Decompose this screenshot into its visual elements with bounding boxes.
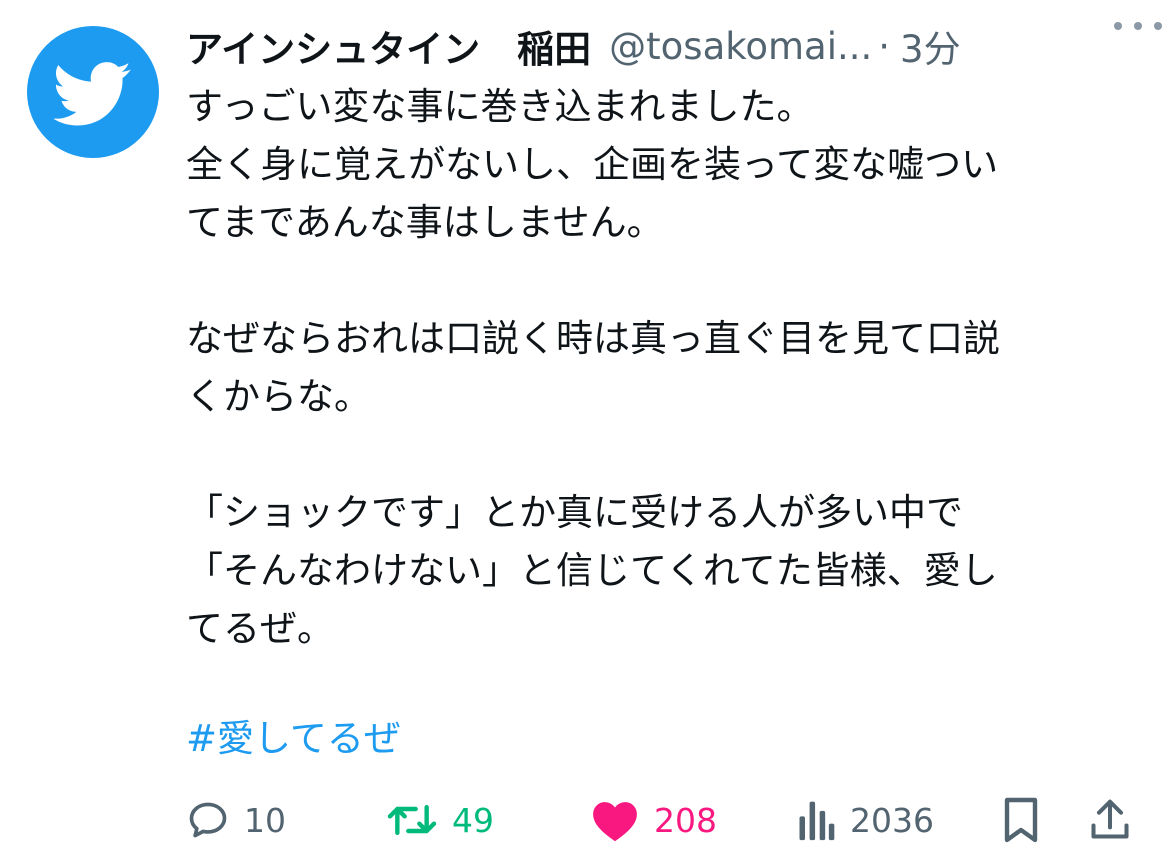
tweet-header: アインシュタイン 稲田 @tosakomai... · 3分 (186, 18, 1146, 74)
view-count: 2036 (850, 800, 934, 840)
bookmark-icon (1004, 797, 1038, 843)
reply-bubble-icon (189, 802, 227, 838)
tweet-line: 「そんなわけない」と信じてくれてた皆様、愛し (186, 549, 998, 592)
tweet-line: なぜならおれは口説く時は真っ直ぐ目を見て口説 (186, 317, 1000, 360)
tweet-line: てるぜ。 (186, 607, 334, 650)
twitter-bird-icon (54, 62, 131, 126)
tweet-line: くからな。 (186, 375, 371, 418)
avatar[interactable] (27, 26, 159, 158)
display-name[interactable]: アインシュタイン 稲田 (186, 19, 591, 73)
tweet-line: すっごい変な事に巻き込まれました。 (186, 85, 814, 128)
tweet-line: 「ショックです」とか真に受ける人が多い中で (186, 491, 963, 534)
separator-dot: · (878, 24, 891, 68)
share-upload-icon (1091, 799, 1129, 839)
retweet-icon (387, 804, 437, 836)
like-count: 208 (654, 800, 717, 840)
reply-count: 10 (244, 800, 286, 840)
heart-filled-icon (593, 802, 637, 842)
hashtag-link[interactable]: #愛してるぜ (186, 710, 401, 768)
views-bar-chart-icon (799, 801, 835, 841)
reply-button[interactable]: 10 (186, 790, 286, 850)
tweet-text: すっごい変な事に巻き込まれました。 全く身に覚えがないし、企画を装って変な嘘つい… (186, 78, 1126, 658)
like-button[interactable]: 208 (590, 790, 717, 850)
bookmark-button[interactable] (1001, 790, 1041, 850)
retweet-count: 49 (452, 800, 494, 840)
more-dots-icon[interactable] (1114, 12, 1162, 40)
retweet-button[interactable]: 49 (386, 790, 494, 850)
tweet-line: 全く身に覚えがないし、企画を装って変な嘘つい (186, 143, 999, 186)
user-handle[interactable]: @tosakomai... (609, 25, 872, 68)
timestamp[interactable]: 3分 (900, 19, 961, 73)
share-button[interactable] (1088, 790, 1132, 850)
views-button[interactable]: 2036 (796, 790, 934, 850)
action-bar: 10 49 208 2036 (186, 790, 1146, 850)
tweet-line: てまであんな事はしません。 (186, 201, 664, 244)
